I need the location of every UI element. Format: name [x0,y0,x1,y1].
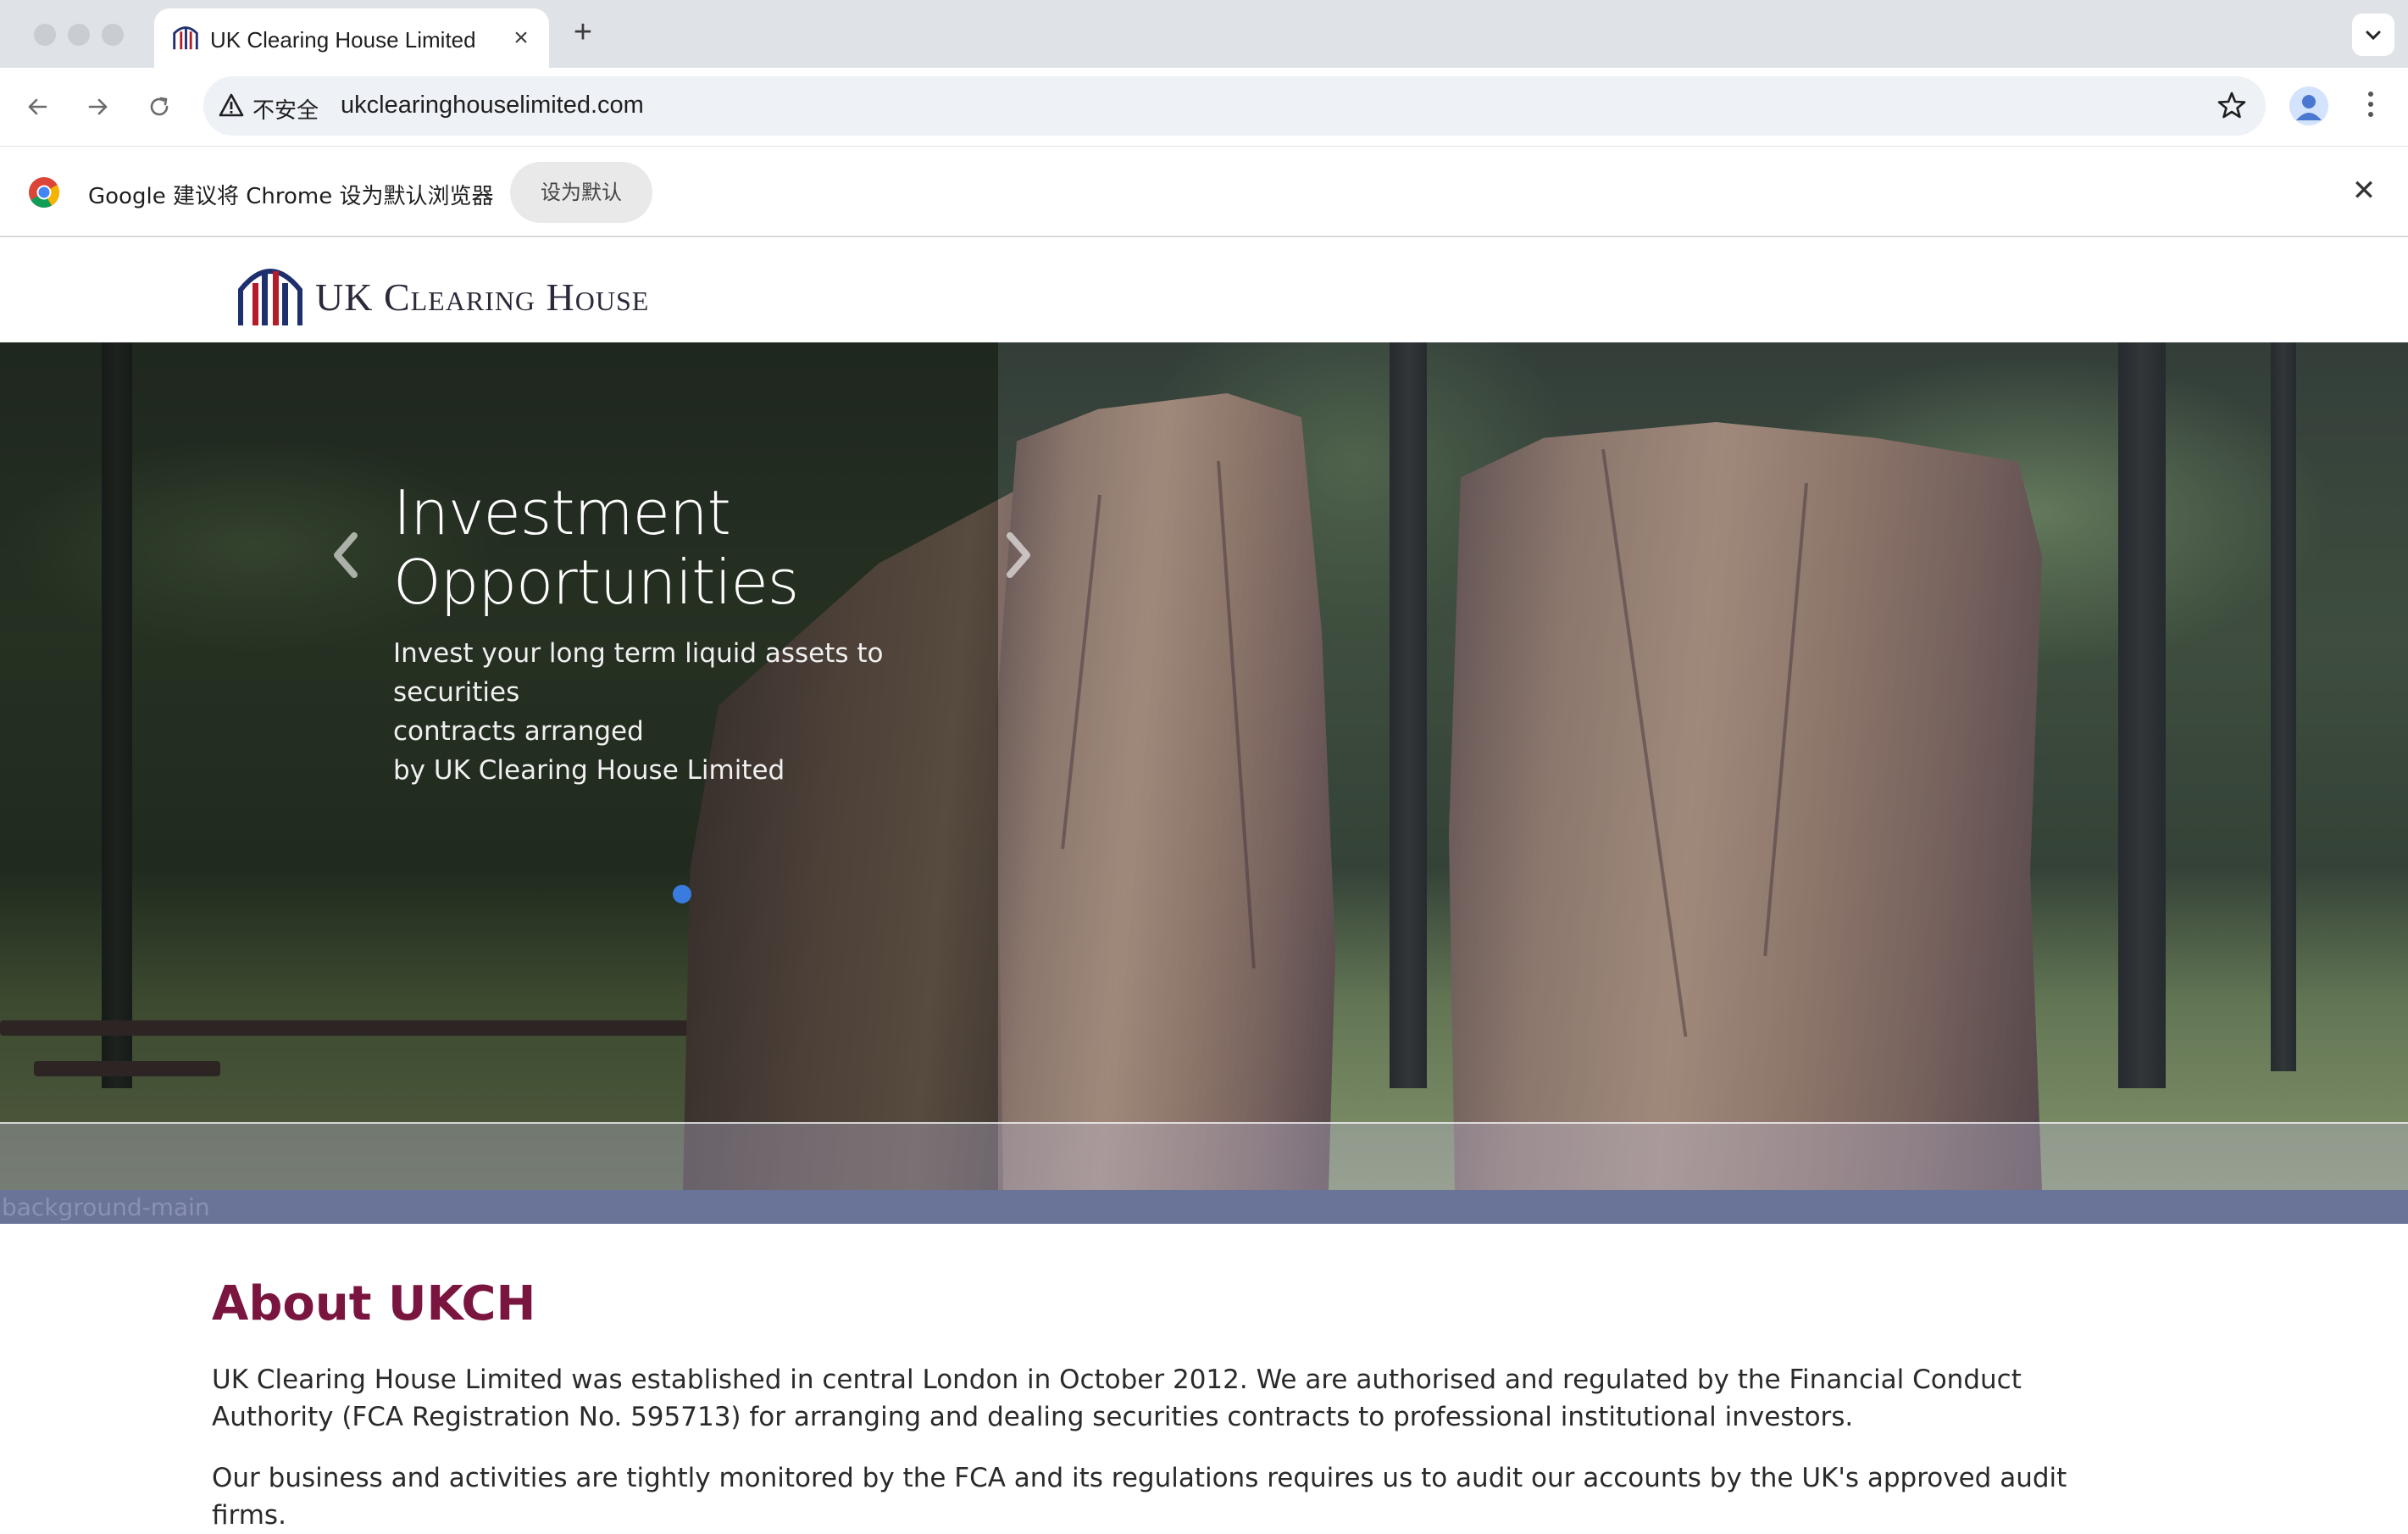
tab-strip: UK Clearing House Limited × + [0,0,2408,68]
uk-clearing-house-logo-icon[interactable] [234,258,307,329]
chrome-logo-icon [29,177,60,208]
default-browser-infobar: Google 建议将 Chrome 设为默认浏览器 设为默认 ✕ [0,146,2408,237]
about-heading: About UKCH [212,1276,536,1331]
tab-search-button[interactable] [2352,14,2394,56]
window-close-dot[interactable] [34,24,56,46]
person-icon [2296,95,2322,120]
slide-indicator-dot[interactable] [673,885,691,903]
background-label: background-main [2,1193,210,1221]
window-minimize-dot[interactable] [68,24,90,46]
warning-icon [219,93,244,117]
hero-slider: Investment Opportunities Invest your lon… [0,342,2408,1190]
profile-avatar[interactable] [2289,86,2328,125]
hero-title: Investment Opportunities [393,477,799,618]
hero-tint [998,342,2408,1190]
site-favicon-icon [173,26,198,50]
tab-title: UK Clearing House Limited [210,27,476,53]
hero-subtitle: Invest your long term liquid assets to s… [393,634,986,790]
infobar-message: Google 建议将 Chrome 设为默认浏览器 [88,184,494,209]
browser-toolbar: 不安全 ukclearinghouselimited.com [0,68,2408,146]
url-text[interactable]: ukclearinghouselimited.com [341,92,644,119]
about-paragraph: Our business and activities are tightly … [212,1463,2067,1531]
about-paragraph: UK Clearing House Limited was establishe… [212,1364,2022,1432]
browser-menu-icon[interactable] [2355,86,2386,127]
window-zoom-dot[interactable] [102,24,124,46]
reload-icon [150,97,169,116]
hero-subtitle-line: contracts arranged [393,716,644,747]
bookmark-star-icon[interactable] [2217,90,2247,120]
address-bar[interactable]: 不安全 ukclearinghouselimited.com [203,76,2266,136]
forward-button[interactable] [78,86,119,127]
browser-tab[interactable]: UK Clearing House Limited × [154,8,549,68]
site-header: UK Clearing House [0,237,2408,342]
arrow-right-icon [88,98,108,115]
background-label-strip: background-main [0,1190,2408,1224]
hero-subtitle-line: by UK Clearing House Limited [393,755,785,786]
chevron-right-icon[interactable] [1000,525,1039,585]
logo-wordmark[interactable]: UK Clearing House [315,275,649,320]
new-tab-button[interactable]: + [566,15,600,49]
chevron-down-icon [2366,31,2381,41]
arrow-left-icon [28,98,47,115]
set-default-button[interactable]: 设为默认 [510,162,652,223]
reload-button[interactable] [139,86,180,127]
back-button[interactable] [17,86,58,127]
hero-subtitle-line: Invest your long term liquid assets to s… [393,638,884,708]
infobar-close-icon[interactable]: ✕ [2347,174,2381,208]
chevron-left-icon[interactable] [325,525,364,585]
tab-close-icon[interactable]: × [507,24,535,53]
security-status-label[interactable]: 不安全 [252,93,319,125]
hero-bottom-band [0,1122,2408,1190]
